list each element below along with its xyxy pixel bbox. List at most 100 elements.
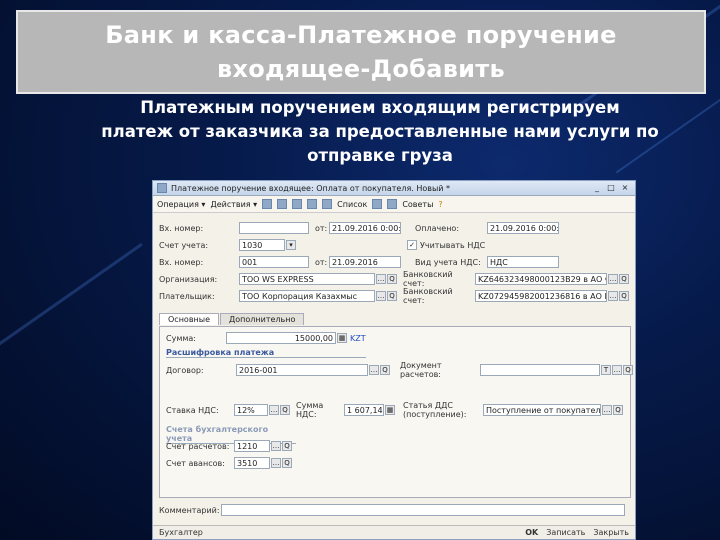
- calculator-icon[interactable]: ▦: [337, 333, 347, 343]
- settlement-account-field[interactable]: 1210: [234, 440, 270, 452]
- in-date-field[interactable]: 21.09.2016: [329, 256, 401, 268]
- tab-main[interactable]: Основные: [159, 313, 220, 325]
- select-button[interactable]: …: [608, 291, 618, 301]
- refresh-icon[interactable]: [292, 199, 303, 209]
- actions-menu[interactable]: Действия ▾: [210, 200, 257, 209]
- search-icon[interactable]: Q: [380, 365, 390, 375]
- question-icon[interactable]: ?: [438, 200, 442, 209]
- select-button[interactable]: …: [612, 365, 622, 375]
- close-button[interactable]: Закрыть: [593, 528, 629, 537]
- search-icon[interactable]: Q: [613, 405, 623, 415]
- slide-title-line: Банк и касса-Платежное поручение: [105, 21, 617, 49]
- in-number-label: Вх. номер:: [159, 257, 204, 267]
- select-button[interactable]: …: [369, 365, 379, 375]
- payer-field[interactable]: ТОО Корпорация Казахмыс: [239, 290, 375, 302]
- doc-number-row: Вх. номер: от: 21.09.2016 0:00:00 Оплаче…: [159, 221, 559, 235]
- comment-label: Комментарий:: [159, 505, 220, 515]
- vat-row: Ставка НДС: 12% … Q Сумма НДС: 1 607,14 …: [166, 401, 623, 419]
- operation-menu[interactable]: Операция ▾: [157, 200, 205, 209]
- search-icon[interactable]: Q: [282, 458, 292, 468]
- window-toolbar: Операция ▾ Действия ▾ Список Советы ?: [153, 196, 635, 213]
- background-streak: [0, 242, 143, 361]
- in-date-label: от:: [315, 257, 328, 267]
- contract-row: Договор: 2016-001 … Q Документ расчетов:…: [166, 361, 633, 379]
- org-field[interactable]: ТОО WS EXPRESS: [239, 273, 375, 285]
- sum-field[interactable]: 15000,00: [226, 332, 336, 344]
- select-button[interactable]: …: [271, 441, 281, 451]
- slide-subtitle: Платежным поручением входящим регистриру…: [70, 96, 690, 168]
- subtitle-line: платеж от заказчика за предоставленные н…: [101, 122, 659, 141]
- comment-row: Комментарий:: [159, 503, 625, 517]
- select-button[interactable]: …: [602, 405, 612, 415]
- document-window: Платежное поручение входящее: Оплата от …: [152, 180, 636, 540]
- search-icon[interactable]: Q: [280, 405, 290, 415]
- search-icon[interactable]: Q: [282, 441, 292, 451]
- search-icon[interactable]: Q: [387, 274, 397, 284]
- help-icon[interactable]: [387, 199, 398, 209]
- account-row: Счет учета: 1030 ▾ ✓ Учитывать НДС: [159, 238, 485, 252]
- select-button[interactable]: …: [269, 405, 279, 415]
- list-button[interactable]: Список: [337, 200, 367, 209]
- advance-account-field[interactable]: 3510: [234, 457, 270, 469]
- settlement-account-row: Счет расчетов: 1210 … Q: [166, 439, 292, 453]
- in-number-field[interactable]: 001: [239, 256, 309, 268]
- account-field[interactable]: 1030: [239, 239, 285, 251]
- tab-bar: Основные Дополнительно: [159, 313, 305, 325]
- paid-label: Оплачено:: [415, 223, 460, 233]
- comment-field[interactable]: [221, 504, 625, 516]
- dds-label: Статья ДДС (поступление):: [403, 401, 467, 419]
- in-number-row: Вх. номер: 001 от: 21.09.2016 Вид учета …: [159, 255, 559, 269]
- vat-kind-label: Вид учета НДС:: [415, 257, 481, 267]
- search-icon[interactable]: Q: [387, 291, 397, 301]
- search-icon[interactable]: Q: [619, 274, 629, 284]
- doc-date-label: от:: [315, 223, 328, 233]
- doc-number-label: Вх. номер:: [159, 223, 204, 233]
- slide-title-line: входящее-Добавить: [216, 55, 505, 83]
- currency-label[interactable]: KZT: [350, 334, 366, 343]
- payer-bank-label: Банковский счет:: [403, 287, 453, 305]
- tips-button[interactable]: Советы: [402, 200, 433, 209]
- bank-account-label: Банковский счет:: [403, 270, 453, 288]
- minimize-icon[interactable]: _: [591, 183, 603, 193]
- vat-rate-field[interactable]: 12%: [234, 404, 268, 416]
- type-icon[interactable]: T: [601, 365, 611, 375]
- post-icon[interactable]: [307, 199, 318, 209]
- vat-sum-field[interactable]: 1 607,14: [344, 404, 384, 416]
- search-icon[interactable]: Q: [623, 365, 633, 375]
- select-button[interactable]: …: [271, 458, 281, 468]
- paid-date-field[interactable]: 21.09.2016 0:00:00: [487, 222, 559, 234]
- ok-button[interactable]: OK: [525, 528, 538, 537]
- select-button[interactable]: …: [608, 274, 618, 284]
- doc-number-field[interactable]: [239, 222, 309, 234]
- payer-bank-field[interactable]: KZ072945982001236816 в АО Народ: [475, 290, 607, 302]
- contract-label: Договор:: [166, 365, 204, 375]
- save-button[interactable]: Записать: [546, 528, 585, 537]
- sum-row: Сумма: 15000,00 ▦ KZT: [166, 331, 366, 345]
- settlement-account-label: Счет расчетов:: [166, 441, 230, 451]
- calculator-icon[interactable]: [372, 199, 383, 209]
- contract-field[interactable]: 2016-001: [236, 364, 368, 376]
- close-icon[interactable]: ×: [619, 183, 631, 193]
- advance-account-row: Счет авансов: 3510 … Q: [166, 456, 292, 470]
- settlement-doc-field[interactable]: [480, 364, 600, 376]
- section-payment: Расшифровка платежа: [166, 348, 366, 358]
- save-icon[interactable]: [262, 199, 273, 209]
- vat-checkbox[interactable]: ✓: [407, 240, 417, 250]
- select-button[interactable]: …: [376, 274, 386, 284]
- chevron-down-icon[interactable]: ▾: [286, 240, 296, 250]
- payer-label: Плательщик:: [159, 291, 215, 301]
- sum-label: Сумма:: [166, 333, 196, 343]
- calculator-icon[interactable]: ▦: [385, 405, 395, 415]
- bank-account-field[interactable]: KZ646323498000123B29 в АО ФИНК: [475, 273, 607, 285]
- select-button[interactable]: …: [376, 291, 386, 301]
- search-icon[interactable]: Q: [619, 291, 629, 301]
- vat-kind-field[interactable]: НДС: [487, 256, 559, 268]
- maximize-icon[interactable]: □: [605, 183, 617, 193]
- org-label: Организация:: [159, 274, 218, 284]
- doc-date-field[interactable]: 21.09.2016 0:00:00: [329, 222, 401, 234]
- tab-additional[interactable]: Дополнительно: [220, 313, 305, 325]
- dds-field[interactable]: Поступление от покупателей в наци: [483, 404, 601, 416]
- vat-rate-label: Ставка НДС:: [166, 405, 219, 415]
- copy-icon[interactable]: [277, 199, 288, 209]
- print-icon[interactable]: [322, 199, 333, 209]
